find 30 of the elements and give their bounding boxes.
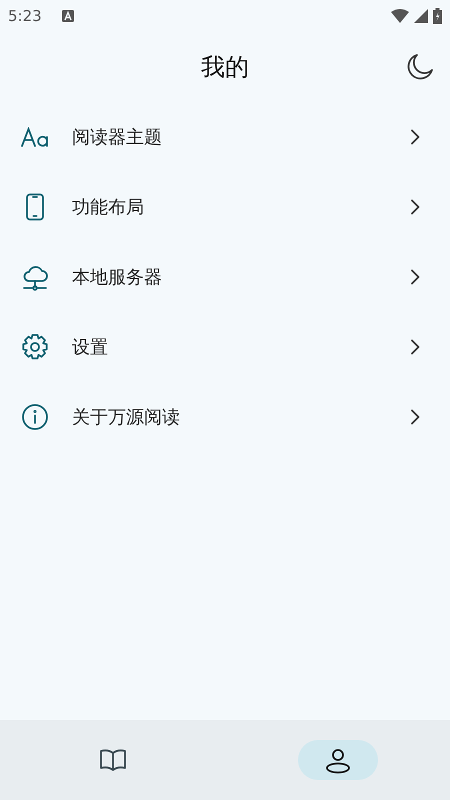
menu-item-label: 阅读器主题 bbox=[72, 126, 163, 149]
menu-item[interactable]: 本地服务器 bbox=[0, 242, 450, 312]
phone-icon bbox=[25, 193, 45, 221]
chevron-right-icon bbox=[410, 409, 420, 425]
info-icon bbox=[21, 403, 49, 431]
menu-item-label: 本地服务器 bbox=[72, 266, 163, 289]
status-time: 5:23 bbox=[8, 7, 42, 25]
page-title: 我的 bbox=[201, 52, 249, 83]
menu-item-label: 关于万源阅读 bbox=[72, 406, 181, 429]
menu-item-label: 设置 bbox=[72, 336, 109, 359]
menu-item[interactable]: 功能布局 bbox=[0, 172, 450, 242]
dark-mode-icon[interactable] bbox=[406, 53, 434, 81]
menu-item[interactable]: 阅读器主题 bbox=[0, 102, 450, 172]
chevron-right-icon bbox=[410, 199, 420, 215]
notification-icon bbox=[62, 10, 74, 22]
menu-item-label: 功能布局 bbox=[72, 196, 145, 219]
menu-item[interactable]: 关于万源阅读 bbox=[0, 382, 450, 452]
nav-tab[interactable] bbox=[298, 740, 378, 780]
chevron-right-icon bbox=[410, 339, 420, 355]
person-icon bbox=[324, 746, 352, 774]
signal-icon bbox=[414, 9, 428, 23]
chevron-right-icon bbox=[410, 129, 420, 145]
menu-item[interactable]: 设置 bbox=[0, 312, 450, 382]
cloud-network-icon bbox=[21, 263, 49, 291]
book-icon bbox=[98, 748, 126, 772]
battery-icon bbox=[433, 8, 442, 24]
settings-icon bbox=[21, 333, 49, 361]
chevron-right-icon bbox=[410, 269, 420, 285]
wifi-icon bbox=[391, 9, 409, 23]
font-size-icon bbox=[21, 127, 49, 147]
